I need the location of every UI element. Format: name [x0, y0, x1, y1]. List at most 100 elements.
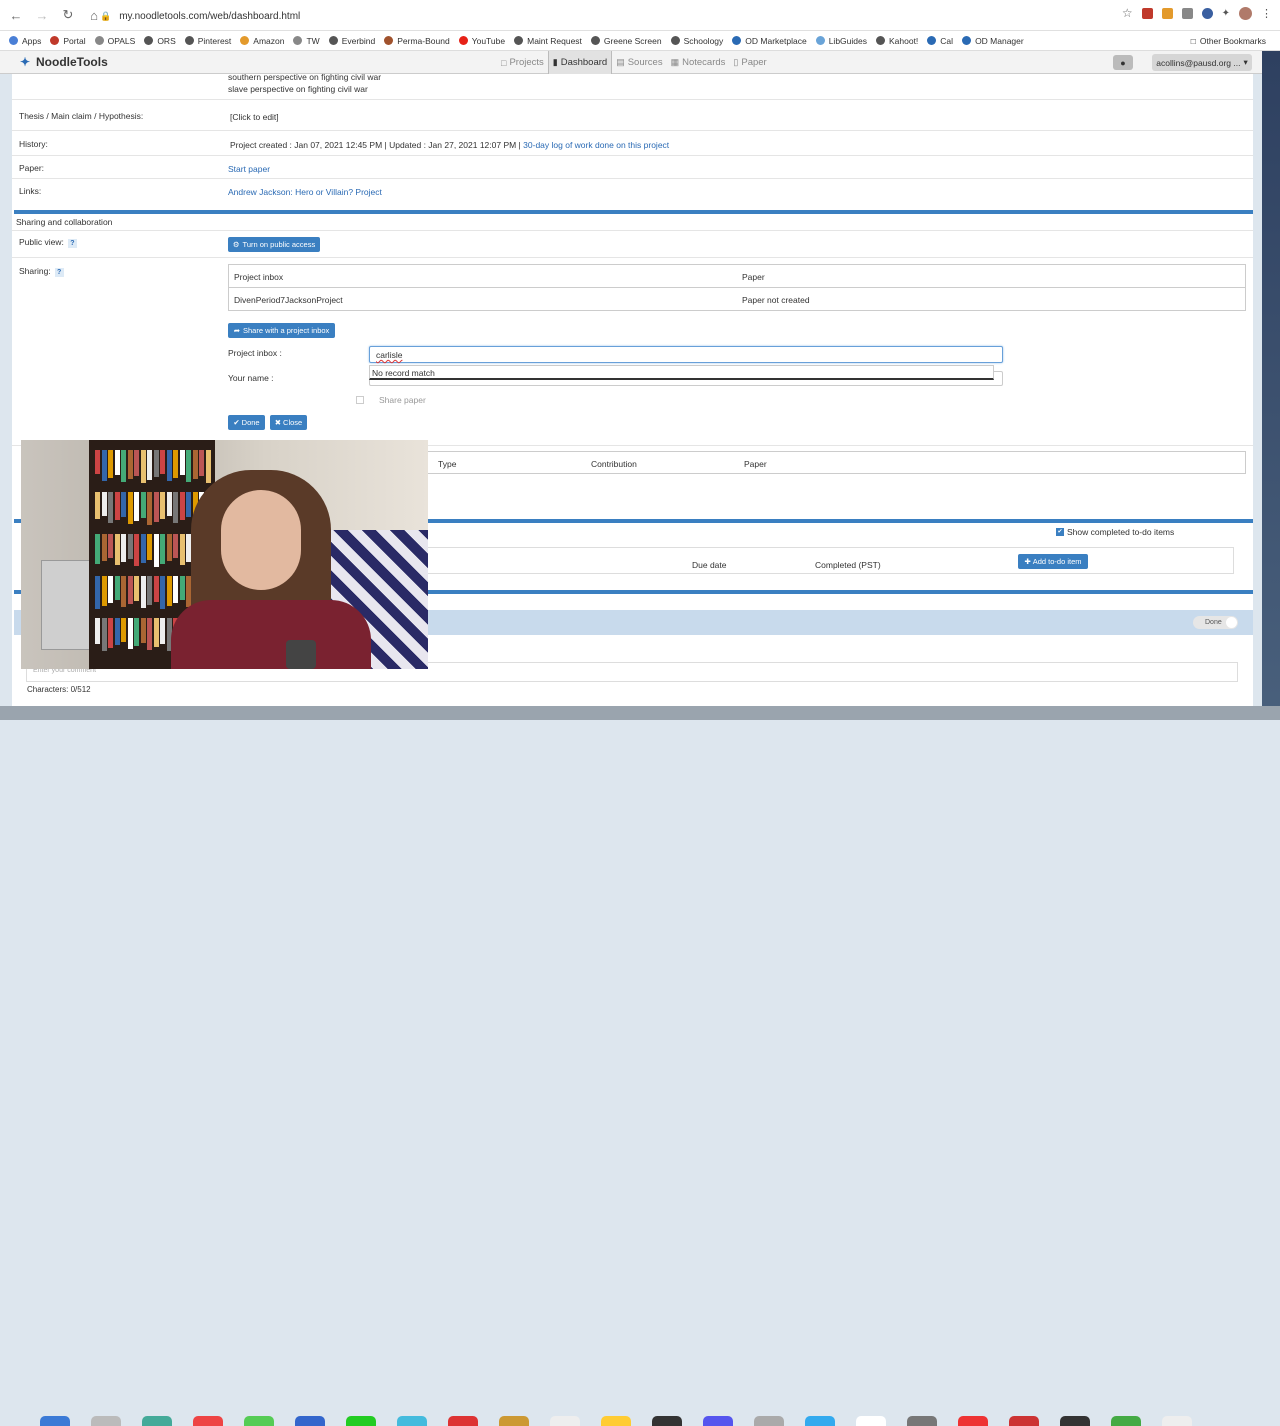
book — [108, 492, 113, 523]
forward-icon[interactable]: → — [32, 5, 52, 25]
thesis-edit[interactable]: [Click to edit] — [230, 112, 279, 122]
book — [186, 450, 191, 482]
dock-app-icon[interactable] — [40, 1416, 70, 1426]
bookmark-item[interactable]: ORS — [144, 36, 176, 46]
extension-icon[interactable] — [1181, 7, 1193, 19]
dock-app-icon[interactable] — [346, 1416, 376, 1426]
dock-app-icon[interactable] — [244, 1416, 274, 1426]
show-completed-option[interactable]: ✔ Show completed to-do items — [1056, 527, 1174, 537]
book — [108, 450, 113, 478]
address-bar[interactable]: 🔒 my.noodletools.com/web/dashboard.html — [100, 6, 1100, 26]
bookmark-item[interactable]: Apps — [9, 36, 41, 46]
dock-app-icon[interactable] — [397, 1416, 427, 1426]
extension-icon[interactable] — [1141, 7, 1153, 19]
bookmark-icon — [458, 36, 468, 45]
dock-app-icon[interactable] — [1009, 1416, 1039, 1426]
share-inbox-button[interactable]: ➦ Share with a project inbox — [228, 323, 335, 338]
bookmark-item[interactable]: OD Marketplace — [732, 35, 807, 46]
person-face — [221, 490, 301, 590]
tab-sources[interactable]: ▤ Sources — [612, 51, 666, 74]
inbox-search-input[interactable]: carlisle — [369, 346, 1003, 363]
bookmark-item[interactable]: Everbind — [328, 36, 375, 46]
bookmark-item[interactable]: Portal — [50, 35, 86, 46]
profile-avatar[interactable] — [1239, 6, 1252, 20]
start-paper-link[interactable]: Start paper — [228, 164, 270, 174]
bookmark-item[interactable]: LibGuides — [815, 36, 867, 46]
other-bookmarks[interactable]: □ Other Bookmarks — [1191, 36, 1266, 46]
bookmark-item[interactable]: OD Manager — [962, 36, 1024, 46]
logo-icon: ✦ — [20, 55, 31, 69]
dock-app-icon[interactable] — [550, 1416, 580, 1426]
dock-app-icon[interactable] — [703, 1416, 733, 1426]
book — [179, 534, 185, 565]
bookmark-label: Portal — [63, 35, 86, 46]
bookmark-item[interactable]: Kahoot! — [875, 36, 918, 46]
bookmark-item[interactable]: Amazon — [240, 36, 284, 46]
bookmark-item[interactable]: YouTube — [458, 35, 506, 46]
bookmark-label: YouTube — [471, 35, 506, 46]
book — [173, 450, 178, 478]
bookmark-item[interactable]: Perma-Bound — [384, 35, 450, 46]
paper-row: Paper: Start paper — [12, 156, 1253, 179]
done-button[interactable]: ✔ Done — [228, 415, 265, 430]
extension-icon[interactable] — [1201, 7, 1213, 19]
share-paper-checkbox[interactable] — [356, 396, 364, 404]
bookmark-label: OD Marketplace — [745, 35, 807, 46]
reload-icon[interactable]: ↻ — [58, 5, 78, 25]
tab-paper[interactable]: ▯ Paper — [729, 51, 770, 74]
done-toggle[interactable]: Done — [1193, 616, 1238, 629]
project-link[interactable]: Andrew Jackson: Hero or Villain? Project — [228, 187, 382, 197]
book — [121, 450, 126, 482]
bookmark-item[interactable]: Pinterest — [184, 36, 231, 46]
dock-app-icon[interactable] — [193, 1416, 223, 1426]
dock-app-icon[interactable] — [1111, 1416, 1141, 1426]
dock-app-icon[interactable] — [1060, 1416, 1090, 1426]
dock-app-icon[interactable] — [958, 1416, 988, 1426]
tab-projects[interactable]: □ Projects — [497, 51, 548, 74]
public-access-button[interactable]: ⚙ Turn on public access — [228, 237, 320, 252]
toggle-knob — [1226, 617, 1237, 628]
book — [121, 534, 126, 562]
work-log-link[interactable]: 30-day log of work done on this project — [523, 140, 669, 150]
noodletools-logo[interactable]: ✦ NoodleTools — [20, 55, 108, 69]
dock-app-icon[interactable] — [652, 1416, 682, 1426]
close-button[interactable]: ✖ Close — [270, 415, 307, 430]
user-menu-button[interactable]: acollins@pausd.org ... ▾ — [1152, 54, 1252, 71]
bookmark-item[interactable]: TW — [293, 36, 320, 46]
logo-text: NoodleTools — [36, 55, 108, 69]
bookmark-label: Perma-Bound — [397, 35, 450, 46]
chat-button[interactable]: ● — [1113, 55, 1133, 70]
add-todo-button[interactable]: ✚ Add to-do item — [1018, 554, 1088, 569]
dock-app-icon[interactable] — [754, 1416, 784, 1426]
person-sweater — [171, 600, 371, 669]
checkbox-checked-icon[interactable]: ✔ — [1056, 528, 1064, 536]
dock-app-icon[interactable] — [805, 1416, 835, 1426]
bookmark-item[interactable]: Maint Request — [514, 36, 582, 46]
dock-app-icon[interactable] — [448, 1416, 478, 1426]
bookmark-item[interactable]: OPALS — [94, 36, 135, 46]
dock-app-icon[interactable] — [142, 1416, 172, 1426]
bookmark-item[interactable]: Greene Screen — [590, 36, 662, 46]
bookmark-item[interactable]: Cal — [927, 36, 953, 46]
sharing-section-title: Sharing and collaboration — [16, 217, 113, 227]
help-icon[interactable]: ? — [67, 239, 77, 248]
dock-app-icon[interactable] — [601, 1416, 631, 1426]
bookmark-icon — [293, 36, 303, 45]
puzzle-icon[interactable]: ✦ — [1222, 8, 1230, 19]
tab-notecards[interactable]: ▦ Notecards — [667, 51, 730, 74]
back-icon[interactable]: ← — [6, 5, 26, 25]
chat-icon: ● — [1120, 57, 1126, 68]
dock-app-icon[interactable] — [91, 1416, 121, 1426]
help-icon[interactable]: ? — [54, 268, 64, 277]
bookmark-icon — [514, 36, 524, 45]
bookmark-item[interactable]: Schoology — [670, 36, 723, 46]
dock-app-icon[interactable] — [907, 1416, 937, 1426]
star-icon[interactable]: ☆ — [1122, 6, 1133, 20]
tab-dashboard[interactable]: ▮ Dashboard — [547, 51, 613, 74]
dock-app-icon[interactable] — [295, 1416, 325, 1426]
dock-app-icon[interactable] — [499, 1416, 529, 1426]
dock-app-icon[interactable] — [1162, 1416, 1192, 1426]
extension-icon[interactable] — [1161, 7, 1173, 19]
dock-app-icon[interactable] — [856, 1416, 886, 1426]
menu-icon[interactable]: ⋮ — [1261, 7, 1272, 20]
